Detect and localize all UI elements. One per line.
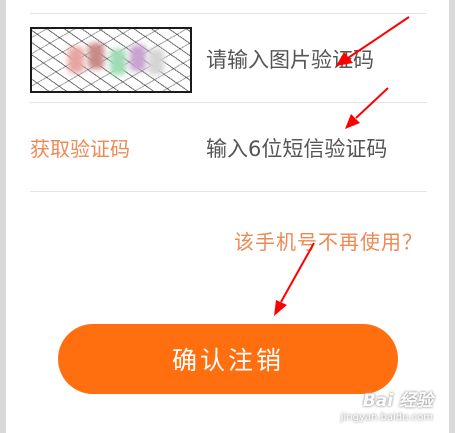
left-edge-divider	[0, 0, 6, 433]
get-code-button[interactable]: 获取验证码	[30, 133, 130, 162]
top-divider	[30, 13, 427, 14]
stop-using-phone-link[interactable]: 该手机号不再使用？	[234, 226, 423, 255]
divider-captcha	[30, 102, 427, 103]
sms-code-input[interactable]	[206, 134, 427, 164]
arrow-head-2	[345, 114, 360, 129]
captcha-blur-2	[88, 43, 104, 69]
captcha-input[interactable]	[206, 45, 426, 75]
captcha-blur-1	[68, 47, 84, 73]
right-edge-divider	[449, 0, 455, 433]
watermark-url: jingyan.baidu.com	[340, 412, 433, 423]
captcha-image[interactable]	[30, 27, 192, 93]
watermark-logo: Bai 经验	[362, 391, 433, 411]
captcha-blur-5	[148, 49, 164, 75]
arrow-line-2	[355, 87, 389, 119]
divider-sms	[30, 191, 427, 192]
confirm-cancel-account-button[interactable]: 确认注销	[58, 324, 398, 394]
captcha-blur-4	[130, 45, 146, 71]
captcha-blur-3	[110, 49, 126, 75]
arrow-head-3	[274, 300, 287, 316]
baidu-jingyan-watermark: Bai 经验 jingyan.baidu.com	[341, 386, 433, 423]
